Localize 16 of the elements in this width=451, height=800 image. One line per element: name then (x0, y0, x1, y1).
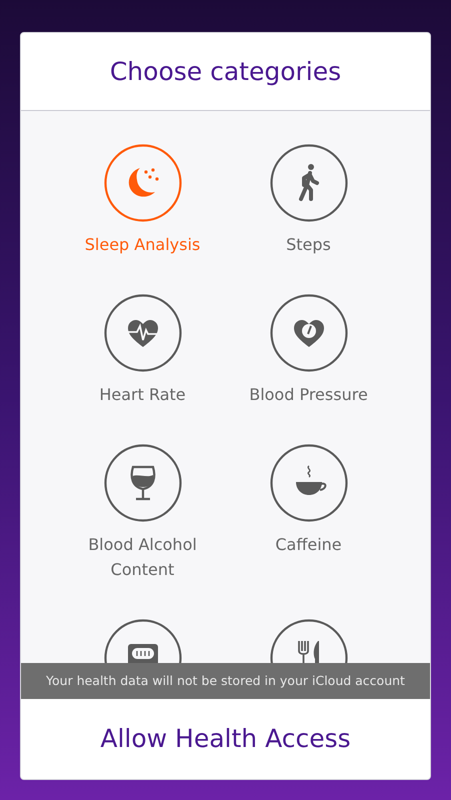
category-button[interactable]: Blood Alcohol Content (60, 444, 226, 619)
category-button[interactable]: Heart Rate (60, 294, 226, 444)
allow-access-button[interactable]: Allow Health Access (92, 716, 359, 762)
category-button[interactable]: Sleep Analysis (60, 144, 226, 294)
notice-text: Your health data will not be stored in your iCloud account (46, 672, 405, 690)
dialog-title: Choose categories (110, 56, 342, 88)
coffee-cup-icon (270, 444, 348, 522)
category-button[interactable]: Steps (226, 144, 392, 294)
moon-stars-icon (104, 144, 182, 222)
category-button[interactable]: Blood Pressure (226, 294, 392, 444)
category-button[interactable]: Caffeine (226, 444, 392, 619)
wine-glass-icon (104, 444, 182, 522)
walking-person-icon (270, 144, 348, 222)
heart-gauge-icon (270, 294, 348, 372)
heart-pulse-icon (104, 294, 182, 372)
fork-knife-icon (270, 619, 348, 663)
